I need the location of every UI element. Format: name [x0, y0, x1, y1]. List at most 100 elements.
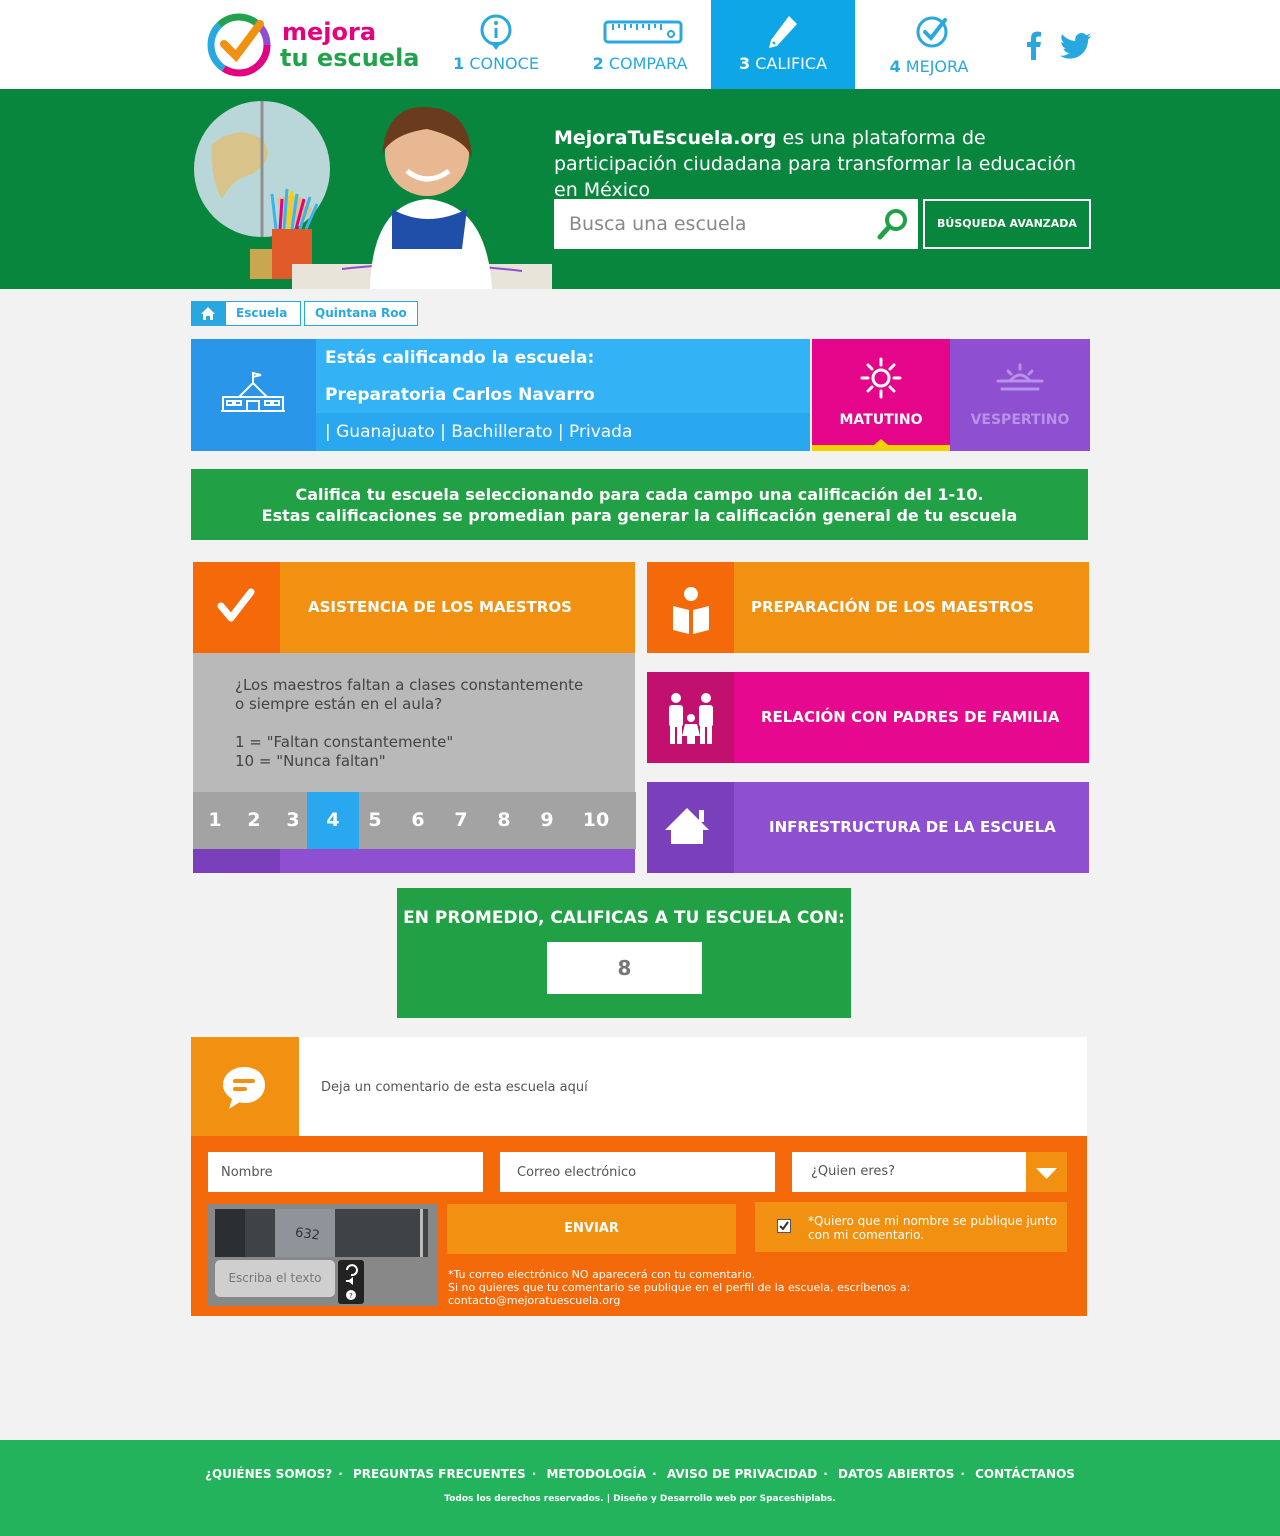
- twitter-icon[interactable]: [1060, 32, 1092, 60]
- footer-link-contacto[interactable]: CONTÁCTANOS: [975, 1467, 1075, 1481]
- sun-icon: [860, 357, 902, 399]
- nav-conoce[interactable]: 1 CONOCE: [424, 0, 568, 89]
- category-preparacion-icon-box: [647, 562, 734, 653]
- comment-bar[interactable]: Deja un comentario de esta escuela aquí: [299, 1037, 1087, 1136]
- category-preparacion[interactable]: PREPARACIÓN DE LOS MAESTROS: [647, 562, 1089, 653]
- category-infraestructura-label: INFRESTRUCTURA DE LA ESCUELA: [769, 818, 1056, 836]
- advanced-search-button[interactable]: BÚSQUEDA AVANZADA: [923, 199, 1091, 249]
- home-icon: [201, 307, 215, 320]
- footer-links: ¿QUIÉNES SOMOS? · PREGUNTAS FRECUENTES · M…: [205, 1467, 1075, 1481]
- category-relacion-label: RELACIÓN CON PADRES DE FAMILIA: [761, 708, 1060, 726]
- logo-text-mejora: mejora: [282, 18, 377, 46]
- category-preparacion-label: PREPARACIÓN DE LOS MAESTROS: [751, 598, 1034, 616]
- nav-califica-label: 3 CALIFICA: [738, 54, 828, 73]
- family-icon: [669, 693, 713, 744]
- category-asistencia[interactable]: ASISTENCIA DE LOS MAESTROS: [193, 562, 635, 653]
- publish-name-option[interactable]: *Quiero que mi nombre se publique junto …: [755, 1202, 1067, 1252]
- chevron-down-icon: [1036, 1168, 1057, 1179]
- footer-copyright: Todos los derechos reservados. | Diseño …: [444, 1494, 836, 1504]
- rating-option-5[interactable]: 5: [355, 792, 395, 849]
- svg-text:?: ?: [349, 1292, 353, 1300]
- breadcrumb-home[interactable]: [191, 301, 225, 326]
- captcha-tools: ?: [338, 1260, 364, 1304]
- footer-link-metodologia[interactable]: METODOLOGÍA: [546, 1467, 646, 1481]
- category-relacion[interactable]: RELACIÓN CON PADRES DE FAMILIA: [647, 672, 1089, 763]
- send-button[interactable]: ENVIAR: [447, 1204, 736, 1254]
- hero-brand: MejoraTuEscuela.org: [554, 127, 777, 149]
- checkmark-icon: [217, 588, 255, 622]
- rating-option-8[interactable]: 8: [483, 792, 525, 849]
- rating-option-1[interactable]: 1: [193, 792, 237, 849]
- comment-form: ¿Quien eres? 632 Escriba el texto ? ENVI…: [191, 1136, 1087, 1316]
- footer-link-aviso[interactable]: AVISO DE PRIVACIDAD: [667, 1467, 817, 1481]
- nav-compara[interactable]: 2 COMPARA: [568, 0, 712, 89]
- shift-matutino-tab[interactable]: MATUTINO: [812, 339, 950, 451]
- captcha-image: 632: [215, 1209, 428, 1257]
- rating-option-7[interactable]: 7: [440, 792, 482, 849]
- facebook-icon[interactable]: [1024, 30, 1042, 60]
- instructions-line1: Califica tu escuela seleccionando para c…: [295, 485, 984, 504]
- nav-compara-label: 2 COMPARA: [592, 54, 688, 73]
- average-rating-box: EN PROMEDIO, CALIFICAS A TU ESCUELA CON:…: [397, 888, 851, 1018]
- category-asistencia-icon-box: [193, 562, 280, 653]
- publish-checkbox[interactable]: [777, 1219, 791, 1233]
- scale-1: 1 = "Faltan constantemente": [235, 733, 454, 751]
- dropdown-arrow[interactable]: [1026, 1152, 1067, 1192]
- category-asistencia-label: ASISTENCIA DE LOS MAESTROS: [308, 598, 572, 616]
- rating-option-2[interactable]: 2: [234, 792, 274, 849]
- captcha-controls-icon[interactable]: ?: [338, 1260, 364, 1304]
- ruler-icon: [603, 20, 683, 44]
- rating-option-6[interactable]: 6: [397, 792, 439, 849]
- search-icon[interactable]: [876, 207, 910, 241]
- nav-califica[interactable]: 3 CALIFICA: [711, 0, 855, 89]
- comment-bubble-icon: [223, 1067, 265, 1109]
- rating-instructions: Califica tu escuela seleccionando para c…: [191, 469, 1088, 540]
- shift-vespertino-tab[interactable]: VESPERTINO: [950, 339, 1090, 451]
- hero-description: MejoraTuEscuela.org es una plataforma de…: [554, 125, 1094, 203]
- pencil-icon: [769, 16, 797, 48]
- nav-mejora-label: 4 MEJORA: [889, 57, 969, 76]
- school-heading: Estás calificando la escuela:: [325, 348, 595, 368]
- name-field[interactable]: [208, 1152, 483, 1192]
- captcha-widget: 632 Escriba el texto ?: [208, 1204, 438, 1306]
- breadcrumb-escuela[interactable]: Escuela: [225, 301, 301, 326]
- publish-text: *Quiero que mi nombre se publique junto …: [808, 1214, 1057, 1242]
- note-contact: Si no quieres que tu comentario se publi…: [448, 1281, 911, 1307]
- site-footer: ¿QUIÉNES SOMOS? · PREGUNTAS FRECUENTES · M…: [0, 1440, 1280, 1536]
- rating-selector: 1 2 3 4 5 6 7 8 9 10: [193, 792, 636, 849]
- logo-check-icon: [207, 13, 271, 77]
- house-icon: [665, 808, 709, 844]
- shift-vespertino-label: VESPERTINO: [970, 412, 1070, 428]
- info-icon: [480, 14, 512, 50]
- footer-link-quienes-somos[interactable]: ¿QUIÉNES SOMOS?: [205, 1467, 332, 1481]
- instructions-line2: Estas calificaciones se promedian para g…: [261, 506, 1018, 525]
- category-infraestructura[interactable]: INFRESTRUCTURA DE LA ESCUELA: [647, 782, 1089, 873]
- footer-link-datos[interactable]: DATOS ABIERTOS: [838, 1467, 954, 1481]
- breadcrumb-quintana-roo[interactable]: Quintana Roo: [304, 301, 418, 326]
- rating-option-9[interactable]: 9: [526, 792, 568, 849]
- school-name: Preparatoria Carlos Navarro: [325, 385, 595, 405]
- who-select-value: ¿Quien eres?: [811, 1164, 896, 1179]
- nav-mejora[interactable]: 4 MEJORA: [857, 0, 1001, 89]
- question-line1: ¿Los maestros faltan a clases constantem…: [235, 676, 584, 694]
- footer-link-preguntas[interactable]: PREGUNTAS FRECUENTES: [353, 1467, 526, 1481]
- site-header: mejora tu escuela 1 CONOCE 2 COMPARA 3 C…: [0, 0, 1280, 89]
- search-input[interactable]: [554, 199, 874, 249]
- school-meta: | Guanajuato | Bachillerato | Privada: [316, 413, 810, 451]
- rating-option-10[interactable]: 10: [573, 792, 619, 849]
- question-line2: o siempre están en el aula?: [235, 695, 443, 713]
- check-circle-icon: [916, 16, 948, 48]
- category-relacion-icon-box: [647, 672, 734, 763]
- comment-prompt: Deja un comentario de esta escuela aquí: [321, 1080, 588, 1095]
- reader-icon: [673, 587, 709, 634]
- email-field[interactable]: [500, 1152, 775, 1192]
- captcha-input[interactable]: Escriba el texto: [215, 1260, 335, 1297]
- rating-option-4-selected[interactable]: 4: [307, 792, 359, 849]
- nav-conoce-label: 1 CONOCE: [453, 54, 539, 73]
- shift-active-indicator: [812, 439, 950, 451]
- note-email: *Tu correo electrónico NO aparecerá con …: [448, 1268, 756, 1281]
- shift-matutino-label: MATUTINO: [839, 412, 923, 428]
- school-building-icon: [221, 371, 285, 412]
- who-are-you-select[interactable]: ¿Quien eres?: [792, 1152, 1067, 1192]
- logo-text-tu-escuela: tu escuela: [280, 44, 420, 72]
